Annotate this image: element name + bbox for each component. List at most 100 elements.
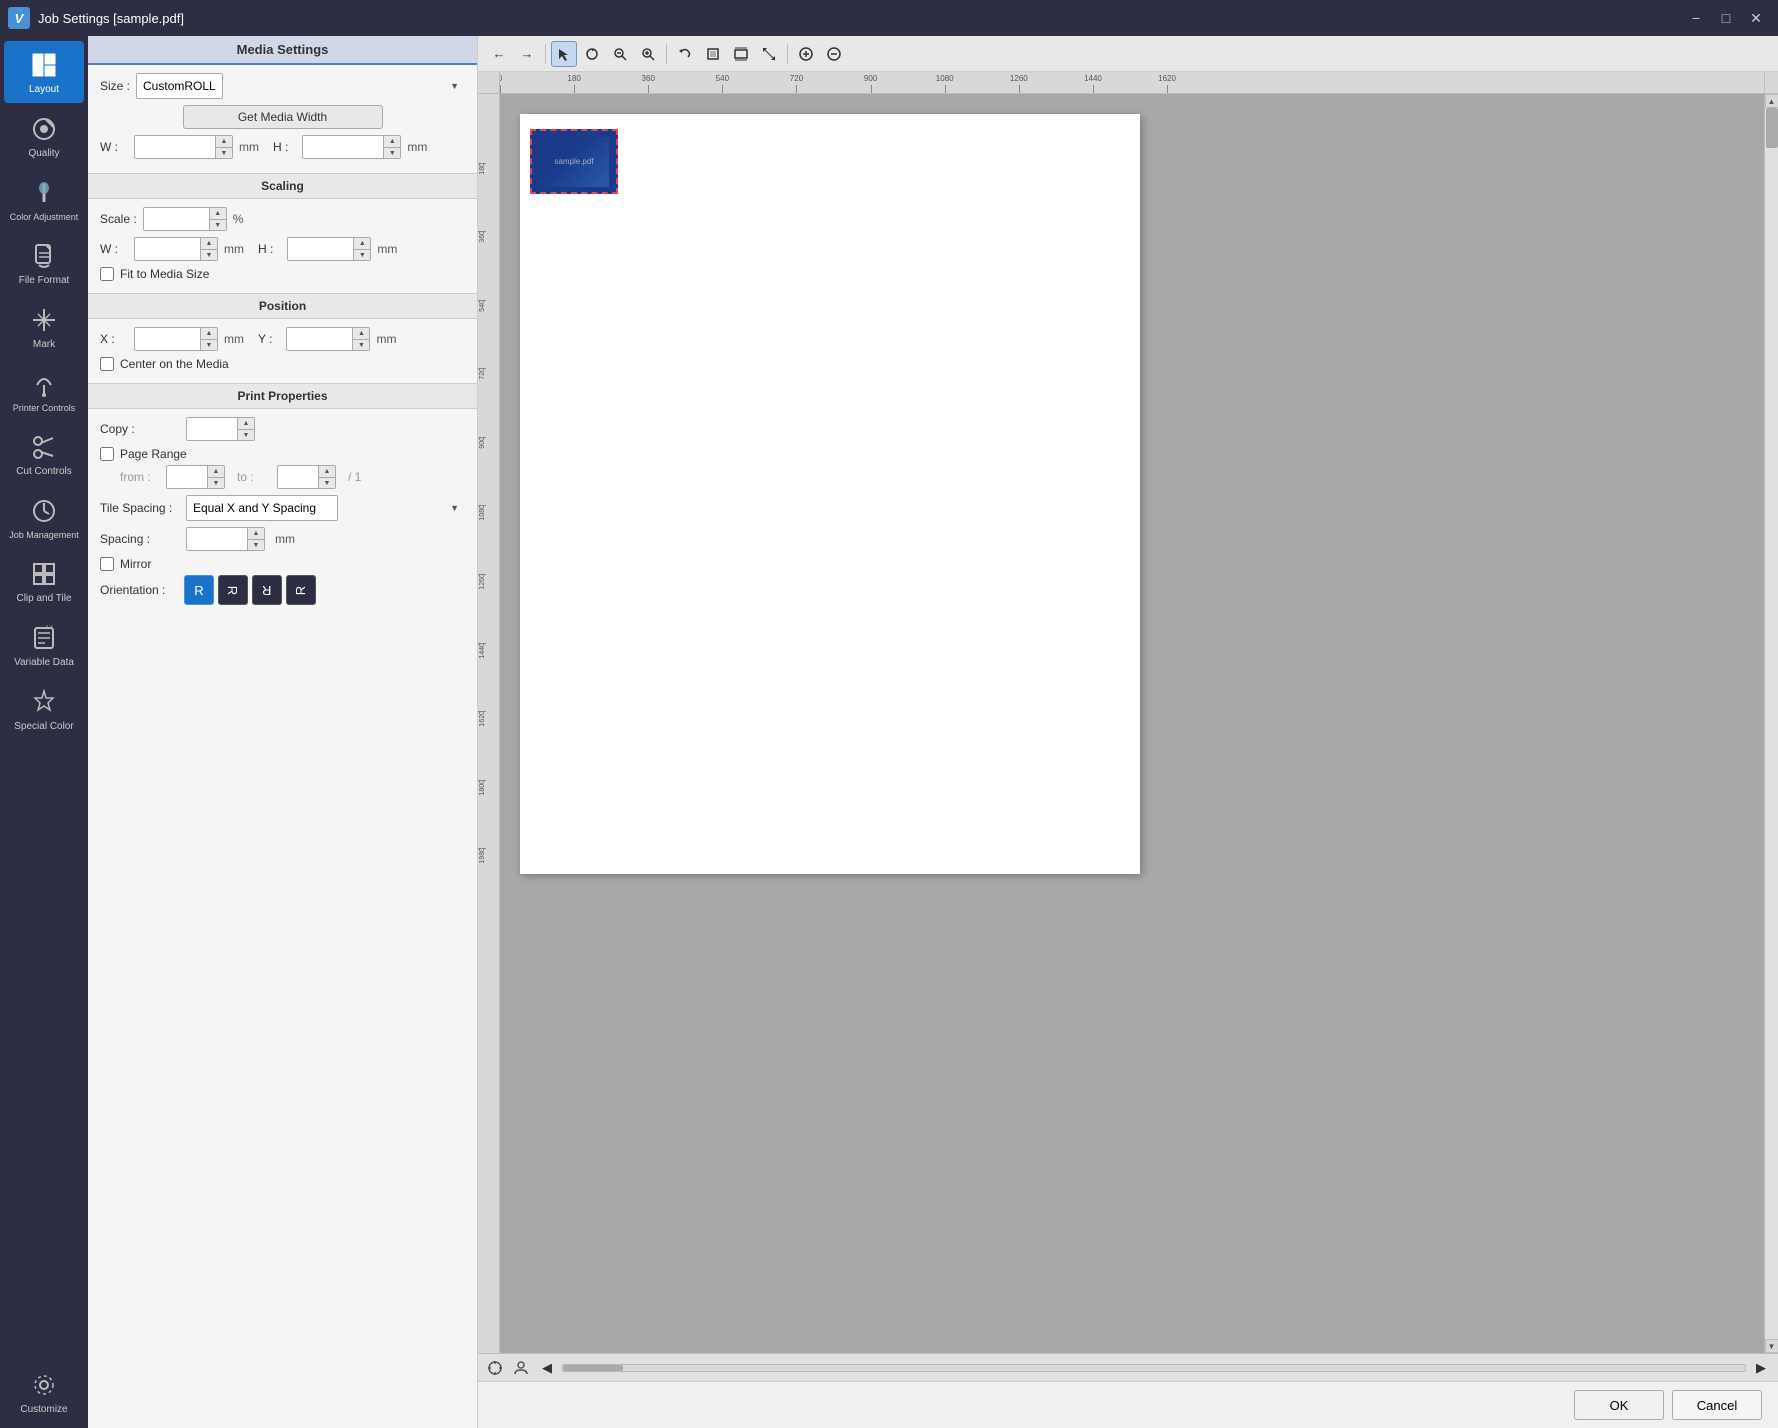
minimize-button[interactable]: −: [1682, 5, 1710, 31]
h-scroll-thumb[interactable]: [563, 1365, 623, 1371]
pos-y-input[interactable]: 0.00: [287, 328, 352, 350]
page-range-label[interactable]: Page Range: [120, 447, 187, 461]
from-up[interactable]: ▲: [208, 466, 224, 477]
undo-button[interactable]: [672, 41, 698, 67]
scroll-track[interactable]: [1765, 108, 1778, 1339]
scroll-down-arrow[interactable]: ▼: [1765, 1339, 1778, 1353]
sidebar-item-file-format[interactable]: File Format: [4, 232, 84, 294]
orientation-270-button[interactable]: R: [286, 575, 316, 605]
copy-spinner: ▲ ▼: [237, 418, 254, 440]
scroll-left-button[interactable]: ◀: [536, 1357, 558, 1379]
orientation-90-button[interactable]: R: [218, 575, 248, 605]
maximize-button[interactable]: □: [1712, 5, 1740, 31]
pos-x-input[interactable]: 0.00: [135, 328, 200, 350]
scroll-right-button[interactable]: ▶: [1750, 1357, 1772, 1379]
sidebar-item-clip-and-tile[interactable]: Clip and Tile: [4, 550, 84, 612]
fit-to-media-checkbox[interactable]: [100, 267, 114, 281]
media-h-down[interactable]: ▼: [384, 147, 400, 158]
sidebar-item-quality[interactable]: Quality: [4, 105, 84, 167]
crosshair-button[interactable]: [484, 1357, 506, 1379]
get-media-width-button[interactable]: Get Media Width: [183, 105, 383, 129]
scaling-h-up[interactable]: ▲: [354, 238, 370, 249]
sidebar-item-variable-data[interactable]: 12 Variable Data: [4, 614, 84, 676]
media-h-up[interactable]: ▲: [384, 136, 400, 147]
canvas-image[interactable]: sample.pdf: [530, 129, 618, 194]
scaling-w-down[interactable]: ▼: [201, 249, 217, 260]
fit-page-button[interactable]: [700, 41, 726, 67]
spacing-input[interactable]: 4.00: [187, 528, 247, 550]
nav-back-button[interactable]: ←: [486, 41, 512, 67]
ok-button[interactable]: OK: [1574, 1390, 1664, 1420]
cursor-icon: [557, 47, 571, 61]
center-on-media-label[interactable]: Center on the Media: [120, 357, 229, 371]
sidebar-item-customize[interactable]: Customize: [4, 1361, 84, 1423]
fit-to-media-label[interactable]: Fit to Media Size: [120, 267, 209, 281]
sidebar-item-cut-controls[interactable]: Cut Controls: [4, 423, 84, 485]
orientation-180-button[interactable]: R: [252, 575, 282, 605]
scroll-up-arrow[interactable]: ▲: [1765, 94, 1778, 108]
remove-button[interactable]: [821, 41, 847, 67]
copy-up[interactable]: ▲: [238, 418, 254, 429]
add-button[interactable]: [793, 41, 819, 67]
scale-down[interactable]: ▼: [210, 219, 226, 230]
spacing-up[interactable]: ▲: [248, 528, 264, 539]
scrollbar-vertical[interactable]: ▲ ▼: [1764, 94, 1778, 1353]
scaling-h-down[interactable]: ▼: [354, 249, 370, 260]
media-w-down[interactable]: ▼: [216, 147, 232, 158]
profile-button[interactable]: [510, 1357, 532, 1379]
media-w-up[interactable]: ▲: [216, 136, 232, 147]
scaling-w-input[interactable]: 303.00: [135, 238, 200, 260]
scaling-w-up[interactable]: ▲: [201, 238, 217, 249]
media-w-input[interactable]: 1600.00: [135, 136, 215, 158]
tile-spacing-dropdown[interactable]: Equal X and Y Spacing Different X and Y …: [186, 495, 338, 521]
pos-x-up[interactable]: ▲: [201, 328, 217, 339]
copy-down[interactable]: ▼: [238, 429, 254, 440]
from-down[interactable]: ▼: [208, 477, 224, 488]
page-range-checkbox[interactable]: [100, 447, 114, 461]
mirror-label[interactable]: Mirror: [120, 557, 151, 571]
scale-up[interactable]: ▲: [210, 208, 226, 219]
scroll-thumb[interactable]: [1766, 108, 1778, 148]
scaling-h-spinner: ▲ ▼: [353, 238, 370, 260]
sidebar-item-job-management[interactable]: Job Management: [4, 487, 84, 548]
spacing-row: Spacing : 4.00 ▲ ▼ mm: [100, 527, 465, 551]
zoom-in-button[interactable]: [635, 41, 661, 67]
sidebar-item-printer-controls[interactable]: Printer Controls: [4, 360, 84, 421]
from-input[interactable]: 1: [167, 466, 207, 488]
to-input[interactable]: 1: [278, 466, 318, 488]
spacing-unit: mm: [275, 532, 295, 546]
color-adjustment-label: Color Adjustment: [10, 212, 79, 222]
pos-x-down[interactable]: ▼: [201, 339, 217, 350]
canvas-area[interactable]: sample.pdf: [500, 94, 1764, 1353]
nav-forward-button[interactable]: →: [514, 41, 540, 67]
sidebar-item-special-color[interactable]: Special Color: [4, 678, 84, 740]
scale-row: Scale : 100.00 ▲ ▼ %: [100, 207, 465, 231]
sidebar-item-layout[interactable]: Layout: [4, 41, 84, 103]
zoom-in-icon: [641, 47, 655, 61]
copy-input[interactable]: 1: [187, 418, 237, 440]
media-h-input[interactable]: 0.00: [303, 136, 383, 158]
select-tool-button[interactable]: [551, 41, 577, 67]
size-dropdown[interactable]: CustomROLL: [136, 73, 223, 99]
scale-unit: %: [233, 212, 244, 226]
to-down[interactable]: ▼: [319, 477, 335, 488]
rotate-tool-button[interactable]: [579, 41, 605, 67]
horizontal-scrollbar[interactable]: [562, 1364, 1746, 1372]
pos-y-down[interactable]: ▼: [353, 339, 369, 350]
close-button[interactable]: ✕: [1742, 5, 1770, 31]
scaling-h-input[interactable]: 215.99: [288, 238, 353, 260]
sidebar-item-mark[interactable]: Mark: [4, 296, 84, 358]
spacing-down[interactable]: ▼: [248, 539, 264, 550]
pos-y-up[interactable]: ▲: [353, 328, 369, 339]
zoom-out-button[interactable]: [607, 41, 633, 67]
to-up[interactable]: ▲: [319, 466, 335, 477]
cancel-button[interactable]: Cancel: [1672, 1390, 1762, 1420]
mirror-checkbox[interactable]: [100, 557, 114, 571]
sidebar-item-color-adjustment[interactable]: Color Adjustment: [4, 169, 84, 230]
scale-input[interactable]: 100.00: [144, 208, 209, 230]
ruler-side-label: 1260: [479, 574, 486, 590]
expand-button[interactable]: [756, 41, 782, 67]
actual-size-button[interactable]: [728, 41, 754, 67]
orientation-0-button[interactable]: R: [184, 575, 214, 605]
center-on-media-checkbox[interactable]: [100, 357, 114, 371]
